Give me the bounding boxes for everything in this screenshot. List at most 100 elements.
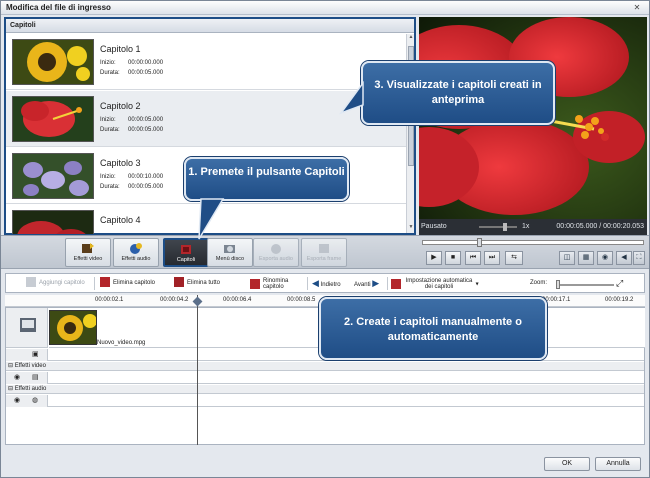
effetti-audio-button[interactable]: Effetti audio <box>113 238 159 267</box>
effetti-audio-section-label: Effetti audio <box>14 386 47 392</box>
eye-icon[interactable]: ◉ <box>14 373 20 381</box>
chapter-name: Capitolo 4 <box>100 215 141 225</box>
add-chapter-icon <box>26 277 36 288</box>
callout-2: 2. Create i capitoli manualmente o autom… <box>319 297 547 360</box>
separator <box>94 277 95 290</box>
speed-slider-thumb[interactable] <box>503 223 507 231</box>
ruler-tick-label: 00:00:04.2 <box>160 297 189 303</box>
title-bar: Modifica del file di ingresso ✕ <box>1 1 649 15</box>
effetti-video-section[interactable]: ⊟ Effetti video <box>6 362 644 371</box>
scroll-down-icon[interactable]: ▼ <box>407 224 415 233</box>
callout-2-text: 2. Create i capitoli manualmente o autom… <box>344 316 522 343</box>
eye-icon[interactable]: ◉ <box>14 396 20 404</box>
elimina-capitolo-button[interactable]: Elimina capitolo <box>100 277 155 290</box>
video-track-header <box>6 308 48 348</box>
esporta-audio-label: Esporta audio <box>259 256 293 262</box>
seek-thumb[interactable] <box>476 238 482 247</box>
capitoli-label: Capitoli <box>176 257 196 263</box>
collapse-icon[interactable]: ⊟ <box>8 386 15 392</box>
indietro-button[interactable]: ◀ Indietro <box>312 277 341 290</box>
collapse-icon[interactable]: ⊟ <box>8 363 15 369</box>
durata-value: 00:00:05.000 <box>128 127 164 133</box>
chapter-item[interactable]: Capitolo 2 Inizio: 00:00:05.000 Durata: … <box>6 91 406 147</box>
chapter-name: Capitolo 3 <box>100 158 141 168</box>
effetti-audio-section[interactable]: ⊟ Effetti audio <box>6 385 644 394</box>
elimina-tutto-button[interactable]: Elimina tutto <box>174 277 220 290</box>
durata-label: Durata: <box>100 70 120 76</box>
volume-icon[interactable]: ◀ <box>616 251 632 265</box>
chapter-name: Capitolo 1 <box>100 44 141 54</box>
ruler-tick-label: 00:00:08.5 <box>287 297 316 303</box>
export-frame-icon <box>319 244 329 253</box>
annulla-button[interactable]: Annulla <box>595 457 641 471</box>
settings-icon[interactable]: ▦ <box>578 251 594 265</box>
clip-name: Nuovo_video.mpg <box>97 340 146 346</box>
auto-chapters-icon <box>391 279 401 289</box>
disc-icon <box>224 245 235 253</box>
ruler-tick-label: 00:00:06.4 <box>223 297 252 303</box>
chapter-thumbnail <box>12 96 94 142</box>
chapter-thumbnail <box>12 210 94 234</box>
stop-icon[interactable]: ■ <box>445 251 461 265</box>
camera-icon[interactable]: ◉ <box>597 251 613 265</box>
rename-chapter-icon <box>250 279 260 289</box>
capitoli-button[interactable]: Capitoli <box>163 238 209 267</box>
video-clip[interactable] <box>49 310 97 345</box>
close-icon[interactable]: ✕ <box>631 3 643 13</box>
rinomina-capitolo-button[interactable]: Rinomina capitolo <box>250 278 293 291</box>
player-speed: 1x <box>522 223 530 230</box>
fit-icon[interactable]: ⤢ <box>616 278 623 289</box>
window-title: Modifica del file di ingresso <box>6 3 111 12</box>
video-effects-icon: ▤ <box>32 374 39 381</box>
effetti-audio-track[interactable]: ◉ ◍ <box>6 395 644 407</box>
avanti-label: Avanti <box>354 282 371 288</box>
toggle-view-icon[interactable]: ◫ <box>559 251 575 265</box>
menu-disco-label: Menù disco <box>215 256 245 262</box>
chapter-thumbnail <box>12 39 94 85</box>
durata-value: 00:00:05.000 <box>128 184 164 190</box>
inizio-label: Inizio: <box>100 174 116 180</box>
prev-icon[interactable]: ⏮ <box>465 251 481 265</box>
player-status: Pausato <box>421 223 447 230</box>
menu-disco-button[interactable]: Menù disco <box>207 238 253 267</box>
audio-track-icon: ▣ <box>32 351 39 358</box>
durata-label: Durata: <box>100 127 120 133</box>
loop-icon[interactable]: ⇆ <box>505 251 523 265</box>
capitoli-icon <box>181 245 191 254</box>
player-time: 00:00:05.000 / 00:00:20.053 <box>556 223 644 230</box>
timeline-cursor[interactable] <box>197 295 198 445</box>
chevron-down-icon: ▾ <box>475 281 479 288</box>
esporta-frame-label: Esporta frame <box>306 256 342 262</box>
callout-1: 1. Premete il pulsante Capitoli <box>184 157 349 201</box>
durata-label: Durata: <box>100 184 120 190</box>
play-icon[interactable]: ▶ <box>426 251 442 265</box>
esporta-audio-button[interactable]: Esporta audio <box>253 238 299 267</box>
ok-button[interactable]: OK <box>544 457 590 471</box>
seek-bar[interactable] <box>422 238 644 247</box>
arrow-right-icon: ▶ <box>372 278 380 288</box>
next-icon[interactable]: ⏭ <box>484 251 500 265</box>
impostazione-automatica-button[interactable]: Impostazione automatica dei capitoli ▾ <box>391 278 479 291</box>
effetti-video-track[interactable]: ◉ ▤ <box>6 372 644 384</box>
chapter-name: Capitolo 2 <box>100 101 141 111</box>
zoom-slider[interactable] <box>556 280 614 289</box>
chapter-item[interactable]: Capitolo 1 Inizio: 00:00:00.000 Durata: … <box>6 34 406 90</box>
zoom-slider-thumb[interactable] <box>556 280 560 289</box>
timeline-toolbar: Aggiungi capitolo Elimina capitolo Elimi… <box>5 273 645 293</box>
effetti-audio-label: Effetti audio <box>121 256 151 262</box>
inizio-value: 00:00:05.000 <box>128 117 164 123</box>
delete-chapter-icon <box>100 277 110 288</box>
avanti-button[interactable]: Avanti ▶ <box>354 277 379 290</box>
speed-slider[interactable] <box>479 223 517 231</box>
player-status-bar: Pausato 1x 00:00:05.000 / 00:00:20.053 <box>419 219 647 235</box>
scroll-up-icon[interactable]: ▲ <box>407 34 415 43</box>
aggiungi-label: Aggiungi capitolo <box>39 280 85 286</box>
inizio-value: 00:00:00.000 <box>128 60 164 66</box>
delete-all-icon <box>174 277 184 288</box>
aggiungi-capitolo-button[interactable]: Aggiungi capitolo <box>26 277 85 290</box>
effetti-audio-icon <box>130 243 142 254</box>
esporta-frame-button[interactable]: Esporta frame <box>301 238 347 267</box>
effetti-video-button[interactable]: Effetti video <box>65 238 111 267</box>
fullscreen-icon[interactable]: ⛶ <box>633 251 645 265</box>
durata-value: 00:00:05.000 <box>128 70 164 76</box>
